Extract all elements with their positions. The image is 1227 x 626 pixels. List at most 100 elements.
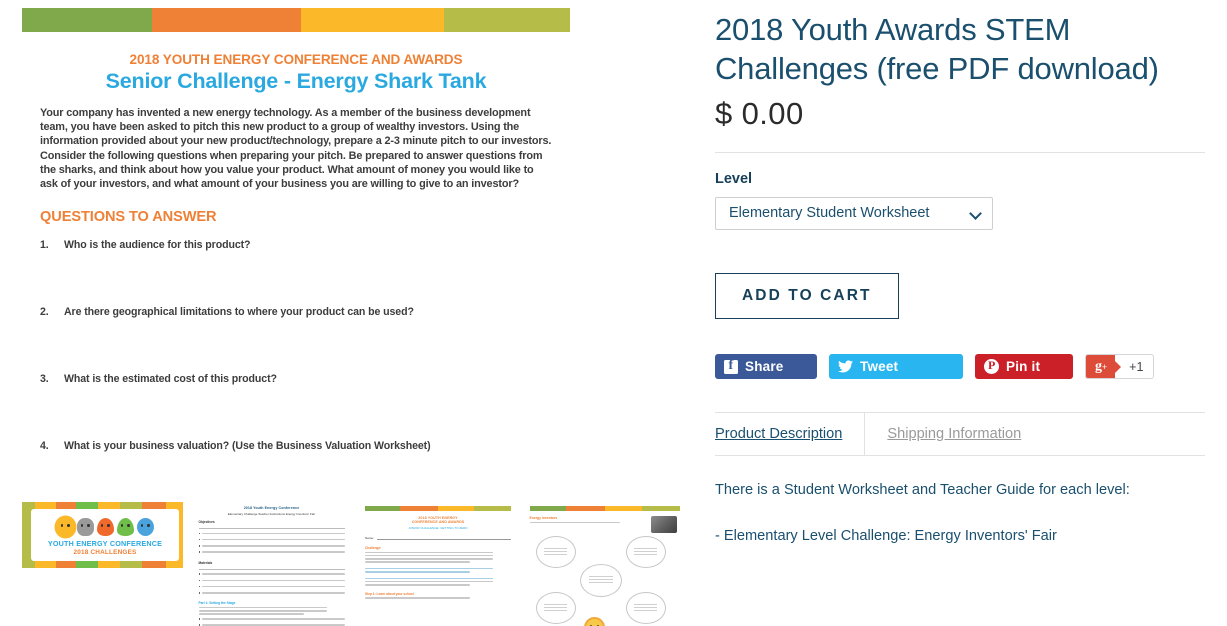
doc-thumb-line [198,606,327,609]
pinterest-pin-button[interactable]: Pin it [975,354,1073,380]
question-text: What is your business valuation? (Use th… [64,440,431,453]
twitter-tweet-button[interactable]: Tweet [829,354,963,380]
thumbnail-conference-logo[interactable]: YOUTH ENERGY CONFERENCE 2018 CHALLENGES [22,500,183,626]
product-description-content: There is a Student Worksheet and Teacher… [715,481,1205,546]
document-paragraph: Your company has invented a new energy t… [40,107,552,190]
doc-thumb-bullet [199,544,345,549]
bubble-map [530,534,676,626]
question-number: 3. [40,373,49,386]
question-item: 4. What is your business valuation? (Use… [40,440,552,478]
logo-card: YOUTH ENERGY CONFERENCE 2018 CHALLENGES [31,509,179,561]
color-segment-orange [152,8,301,32]
doc-thumb-subtitle: Elementary Challenge Teacher Instruction… [227,512,316,516]
bubble [535,592,576,624]
document-color-bar [22,8,570,32]
level-select-wrapper: Elementary Student Worksheet Elementary … [715,197,993,231]
thumbnail-bubble-map-worksheet[interactable]: Energy Inventors [521,500,682,626]
doc-thumb-line [365,551,494,554]
question-item: 3. What is the estimated cost of this pr… [40,373,552,440]
doc-thumb-line [365,561,471,563]
main-preview-image[interactable]: 2018 YOUTH ENERGY CONFERENCE AND AWARDS … [22,8,570,478]
document-title: Senior Challenge - Energy Shark Tank [105,69,487,93]
color-segment-olive [444,8,570,32]
product-details-panel: 2018 Youth Awards STEM Challenges (free … [715,0,1227,626]
document-section-heading: QUESTIONS TO ANSWER [40,209,217,226]
level-field-label: Level [715,171,753,188]
divider [715,152,1205,154]
photo-thumbnail-icon [650,516,677,533]
doc-thumb-line [365,577,494,580]
question-text: Are there geographical limitations to wh… [64,306,414,319]
question-number: 2. [40,306,49,319]
doc-thumb-subtitle: JUNIOR CHALLENGE: GETTING TO ZERO [408,526,468,530]
tab-shipping-information[interactable]: Shipping Information [864,413,1043,456]
google-plus-icon: g + [1086,355,1116,379]
doc-thumb-heading: Challenge: [365,546,382,550]
doc-thumb-name-line [376,537,511,540]
doc-thumb-line [365,557,494,560]
earth-mascot-icon [136,518,154,536]
doc-page-preview: Energy Inventors [521,500,682,626]
doc-thumb-line [365,580,494,583]
document-kicker: 2018 YOUTH ENERGY CONFERENCE AND AWARDS [129,52,463,67]
twitter-tweet-label: Tweet [860,359,899,375]
facebook-icon [724,358,738,374]
doc-thumb-line [198,610,327,612]
question-text: Who is the audience for this product? [64,239,251,252]
thumbnail-teacher-instructions[interactable]: 2018 Youth Energy Conference Elementary … [188,500,349,626]
logo-line-2: 2018 CHALLENGES [73,549,137,556]
tab-label: Shipping Information [887,426,1022,443]
doc-thumb-heading: Part 1: Setting the Stage [198,601,236,606]
color-segment-green [22,8,152,32]
sun-mascot-icon [585,619,603,626]
doc-thumb-heading: Objectives [198,520,215,524]
doc-thumb-bullet [199,584,345,589]
color-segment-yellow [301,8,444,32]
sun-mascot-icon [56,518,74,536]
social-share-row: Share Tweet Pin it g+ +1 [715,354,1205,380]
doc-thumb-line [198,613,304,615]
thumbnail-junior-challenge[interactable]: 2018 YOUTH ENERGY CONFERENCE AND AWARDS … [355,500,516,626]
doc-thumb-heading: Materials [198,560,213,565]
tab-label: Product Description [715,426,843,443]
doc-thumb-line [365,583,471,586]
facebook-share-label: Share [745,359,784,375]
rock-mascot-icon [76,518,94,536]
question-text: What is the estimated cost of this produ… [64,373,277,386]
page-title: 2018 Youth Awards STEM Challenges (free … [715,12,1159,87]
bubble [625,592,666,624]
mascot-characters [56,514,154,536]
doc-thumb-bullet [199,531,345,536]
doc-thumb-color-bar [529,506,680,511]
flame-mascot-icon [96,518,114,536]
bubble-center [579,564,622,597]
google-plus-button[interactable]: g + +1 [1085,354,1155,380]
doc-thumb-title: CONFERENCE AND AWARDS [411,520,465,524]
question-item: 1. Who is the audience for this product? [40,239,552,306]
document-body: 2018 YOUTH ENERGY CONFERENCE AND AWARDS … [22,52,570,478]
bubble [535,536,576,568]
doc-thumb-title: Energy Inventors [529,516,558,520]
product-page: 2018 YOUTH ENERGY CONFERENCE AND AWARDS … [0,0,1227,626]
product-price: $ 0.00 [715,96,804,132]
doc-thumb-line [365,567,494,570]
facebook-share-button[interactable]: Share [715,354,817,380]
add-to-cart-button[interactable]: ADD TO CART [715,273,899,320]
doc-thumb-line [365,570,471,573]
tab-product-description[interactable]: Product Description [715,413,864,455]
bubble [625,536,666,568]
level-select[interactable]: Elementary Student Worksheet Elementary … [715,197,993,231]
doc-thumb-bullet [199,550,345,555]
logo-banner: YOUTH ENERGY CONFERENCE 2018 CHALLENGES [22,502,183,568]
question-item: 2. Are there geographical limitations to… [40,306,552,373]
doc-thumb-line [365,554,494,557]
doc-thumb-rule [198,528,345,529]
pinterest-pin-label: Pin it [1006,359,1041,375]
doc-thumb-title: 2018 Youth Energy Conference [243,506,300,510]
doc-page-preview: 2018 Youth Energy Conference Elementary … [188,500,349,626]
doc-thumb-bullet [199,578,345,583]
doc-thumb-bullet [199,616,345,621]
twitter-bird-icon [838,360,853,373]
product-tabs: Product Description Shipping Information [715,412,1205,457]
doc-page-preview: 2018 YOUTH ENERGY CONFERENCE AND AWARDS … [355,500,516,626]
